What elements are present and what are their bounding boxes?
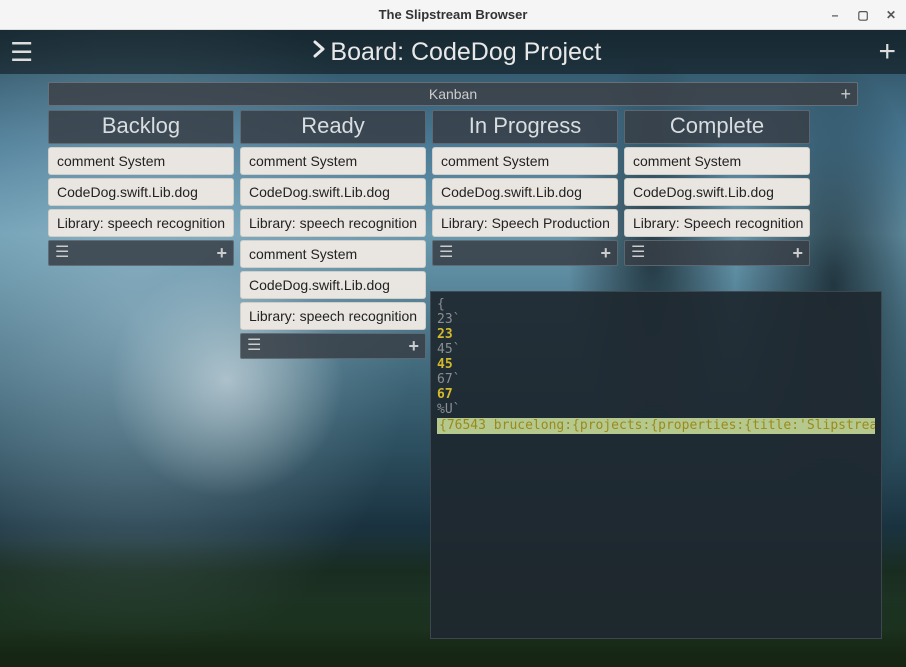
column-title[interactable]: In Progress — [432, 110, 618, 144]
kanban-column: Backlog comment System CodeDog.swift.Lib.d… — [48, 110, 234, 359]
add-card-button[interactable]: + — [792, 244, 803, 262]
chevron-right-icon — [310, 38, 328, 66]
console-line: 45` — [437, 343, 875, 358]
kanban-column: Ready comment System CodeDog.swift.Lib.dog… — [240, 110, 426, 359]
kanban-card[interactable]: Library: speech recognition — [48, 209, 234, 237]
add-card-button[interactable]: + — [216, 244, 227, 262]
column-menu-icon[interactable]: ☰ — [247, 338, 261, 354]
window-title: The Slipstream Browser — [379, 7, 528, 22]
console-line: 23` — [437, 313, 875, 328]
column-menu-icon[interactable]: ☰ — [631, 245, 645, 261]
window-titlebar: The Slipstream Browser – ▢ ✕ — [0, 0, 906, 30]
kanban-card[interactable]: Library: Speech Production — [432, 209, 618, 237]
app-area: ☰ Board: CodeDog Project + Kanban + Back… — [0, 30, 906, 667]
column-title[interactable]: Ready — [240, 110, 426, 144]
column-footer: ☰+ — [624, 240, 810, 266]
console-line: { — [437, 298, 875, 313]
column-title[interactable]: Backlog — [48, 110, 234, 144]
kanban-card[interactable]: CodeDog.swift.Lib.dog — [432, 178, 618, 206]
kanban-card[interactable]: CodeDog.swift.Lib.dog — [240, 271, 426, 299]
column-menu-icon[interactable]: ☰ — [439, 245, 453, 261]
column-footer: ☰+ — [48, 240, 234, 266]
window-close-button[interactable]: ✕ — [884, 8, 898, 22]
kanban-card[interactable]: Library: speech recognition — [240, 302, 426, 330]
kanban-header: Kanban + — [48, 82, 858, 106]
column-footer: ☰+ — [240, 333, 426, 359]
console-line: 67` — [437, 373, 875, 388]
console-line: 67 — [437, 388, 875, 403]
console-panel[interactable]: {23`2345`4567`67%U`{76543 brucelong:{pro… — [430, 291, 882, 639]
add-column-button[interactable]: + — [840, 84, 851, 105]
board-title[interactable]: Board: CodeDog Project — [310, 38, 601, 67]
kanban-card[interactable]: Library: speech recognition — [240, 209, 426, 237]
column-footer: ☰+ — [432, 240, 618, 266]
console-line: {76543 brucelong:{projects:{properties:{… — [437, 418, 875, 435]
kanban-card[interactable]: comment System — [240, 240, 426, 268]
column-title[interactable]: Complete — [624, 110, 810, 144]
kanban-card[interactable]: Library: Speech recognition — [624, 209, 810, 237]
topbar: ☰ Board: CodeDog Project + — [0, 30, 906, 74]
column-menu-icon[interactable]: ☰ — [55, 245, 69, 261]
board-title-text: Board: CodeDog Project — [330, 38, 601, 67]
console-line: %U` — [437, 403, 875, 418]
kanban-card[interactable]: CodeDog.swift.Lib.dog — [48, 178, 234, 206]
console-line: 23 — [437, 328, 875, 343]
menu-icon[interactable]: ☰ — [10, 39, 33, 65]
kanban-card[interactable]: comment System — [48, 147, 234, 175]
kanban-card[interactable]: CodeDog.swift.Lib.dog — [240, 178, 426, 206]
add-board-button[interactable]: + — [878, 37, 896, 67]
window-controls: – ▢ ✕ — [828, 8, 898, 22]
kanban-card[interactable]: CodeDog.swift.Lib.dog — [624, 178, 810, 206]
window-maximize-button[interactable]: ▢ — [856, 8, 870, 22]
kanban-header-label: Kanban — [429, 86, 477, 102]
add-card-button[interactable]: + — [600, 244, 611, 262]
console-line: 45 — [437, 358, 875, 373]
kanban-card[interactable]: comment System — [240, 147, 426, 175]
window-minimize-button[interactable]: – — [828, 8, 842, 22]
kanban-card[interactable]: comment System — [624, 147, 810, 175]
kanban-card[interactable]: comment System — [432, 147, 618, 175]
add-card-button[interactable]: + — [408, 337, 419, 355]
